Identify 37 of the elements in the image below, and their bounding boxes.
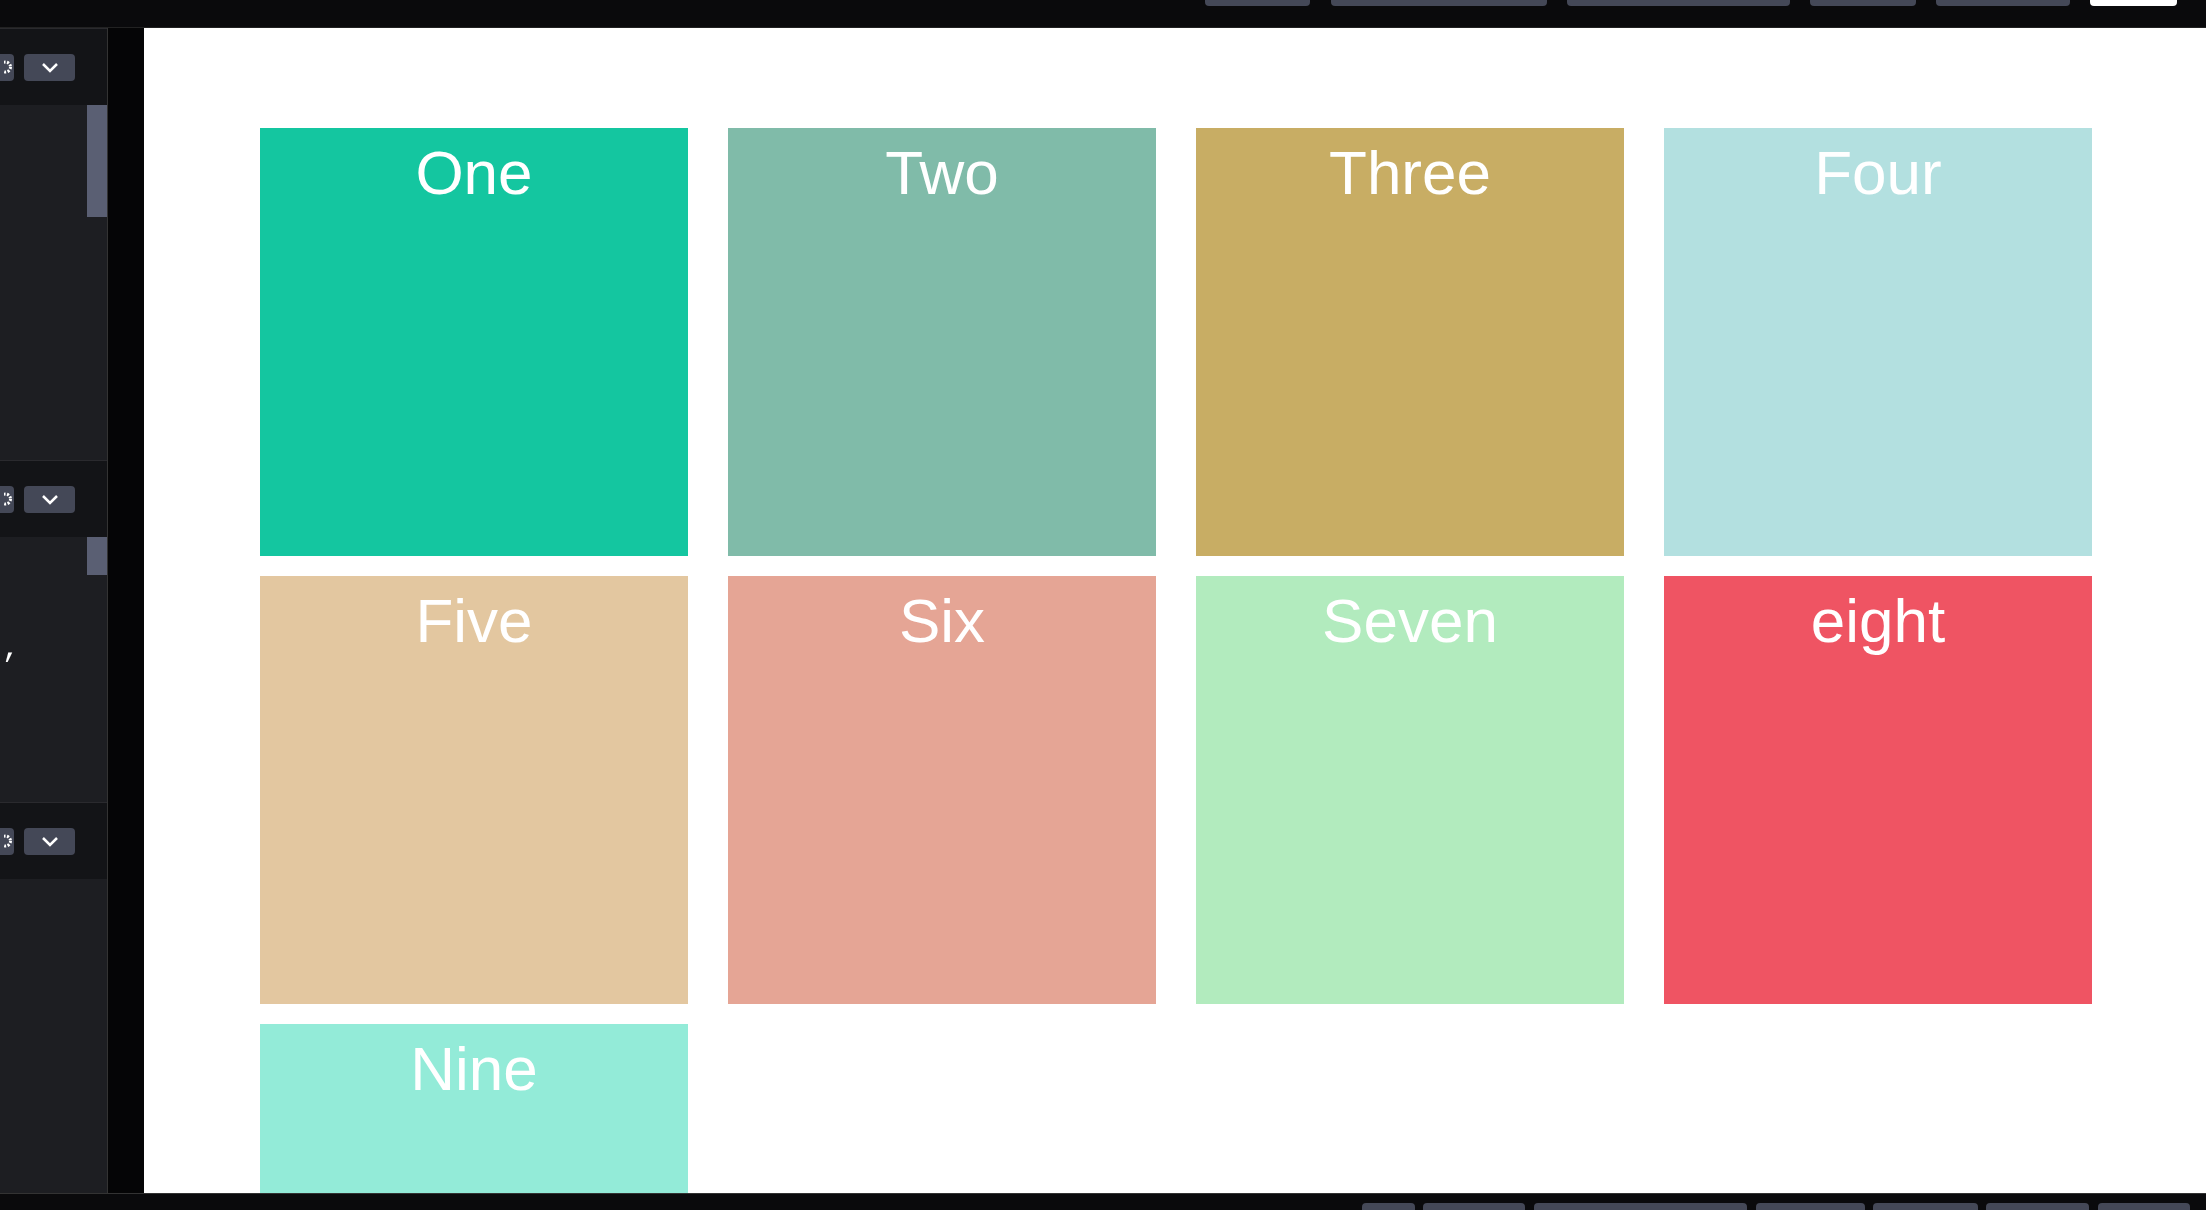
card-label: Four bbox=[1814, 137, 1942, 209]
code-text: , bbox=[2, 631, 20, 668]
card-label: One bbox=[415, 137, 533, 209]
dropdown-button[interactable] bbox=[24, 827, 75, 855]
toolbar-button[interactable] bbox=[1873, 1203, 1978, 1210]
toolbar-button[interactable] bbox=[1936, 0, 2070, 6]
toolbar-button[interactable] bbox=[1567, 0, 1790, 6]
toolbar-button[interactable] bbox=[1205, 0, 1310, 6]
toolbar-button[interactable] bbox=[1756, 1203, 1865, 1210]
toolbar-button[interactable] bbox=[1362, 1203, 1415, 1210]
card-label: eight bbox=[1810, 585, 1946, 657]
scrollbar-thumb[interactable] bbox=[87, 105, 107, 217]
toolbar-button[interactable] bbox=[1423, 1203, 1525, 1210]
card-label: Nine bbox=[410, 1033, 538, 1105]
dropdown-button[interactable] bbox=[24, 53, 75, 81]
card-label: Two bbox=[885, 137, 999, 209]
toolbar-button[interactable] bbox=[2098, 1203, 2190, 1210]
chevron-down-icon bbox=[40, 493, 59, 505]
card-label: Five bbox=[415, 585, 533, 657]
toolbar-button[interactable] bbox=[2090, 0, 2177, 6]
settings-icon bbox=[4, 834, 13, 848]
settings-icon bbox=[4, 60, 13, 74]
card-label: Six bbox=[898, 585, 986, 657]
settings-button[interactable] bbox=[0, 53, 14, 81]
toolbar-button[interactable] bbox=[1331, 0, 1547, 6]
chevron-down-icon bbox=[40, 835, 59, 847]
chevron-down-icon bbox=[40, 61, 59, 73]
toolbar-button[interactable] bbox=[1986, 1203, 2089, 1210]
card-label: Three bbox=[1329, 137, 1491, 209]
settings-button[interactable] bbox=[0, 827, 14, 855]
settings-icon bbox=[4, 492, 13, 506]
toolbar-button[interactable] bbox=[1810, 0, 1916, 6]
card-label: Seven bbox=[1322, 585, 1498, 657]
dropdown-button[interactable] bbox=[24, 485, 75, 513]
scrollbar-thumb[interactable] bbox=[87, 537, 107, 575]
toolbar-button[interactable] bbox=[1534, 1203, 1747, 1210]
settings-button[interactable] bbox=[0, 485, 14, 513]
